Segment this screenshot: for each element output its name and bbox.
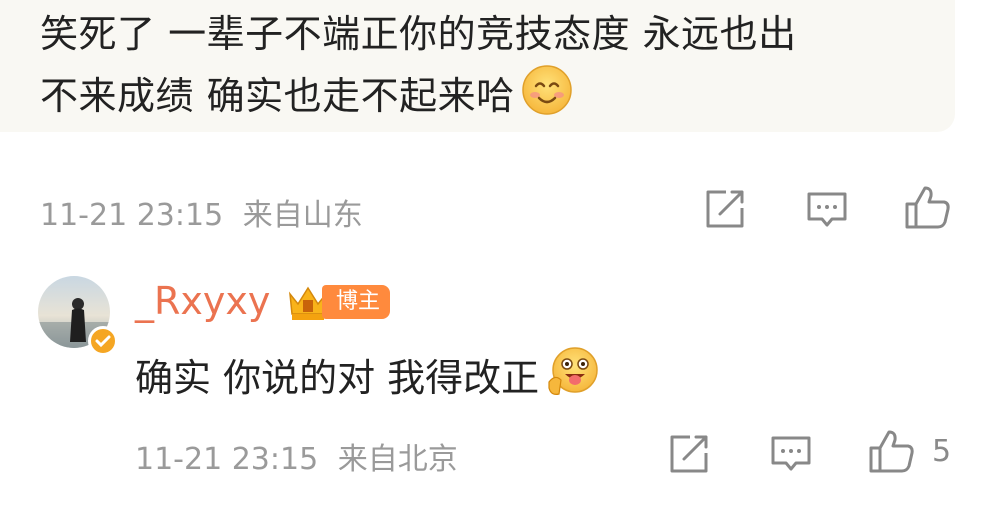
thumbs-up-icon bbox=[905, 186, 950, 229]
quoted-comment-meta: 11-21 23:15 来自山东 bbox=[40, 190, 363, 234]
quoted-comment-line1: 笑死了 一辈子不端正你的竞技态度 永远也出 bbox=[40, 12, 797, 56]
quoted-comment-bubble: 笑死了 一辈子不端正你的竞技态度 永远也出 不来成绩 确实也走不起来哈 bbox=[0, 0, 955, 132]
like-count: 5 bbox=[932, 434, 952, 469]
quoted-comment-timestamp: 11-21 23:15 bbox=[40, 198, 224, 233]
comment-icon bbox=[807, 192, 847, 227]
reply-comment-button[interactable] bbox=[770, 434, 812, 474]
reply-like-button[interactable] bbox=[868, 428, 916, 474]
reply-timestamp: 11-21 23:15 bbox=[135, 442, 319, 477]
reply-share-button[interactable] bbox=[668, 433, 710, 475]
like-button[interactable] bbox=[904, 184, 952, 230]
smile-emoji-icon bbox=[521, 64, 573, 133]
quoted-comment-location: 来自山东 bbox=[242, 198, 363, 233]
thumbs-up-icon bbox=[869, 430, 914, 473]
quoted-comment-text: 笑死了 一辈子不端正你的竞技态度 永远也出 不来成绩 确实也走不起来哈 bbox=[40, 4, 940, 133]
username[interactable]: _Rxyxy bbox=[135, 279, 270, 323]
reply-location: 来自北京 bbox=[337, 442, 458, 477]
wink-tongue-emoji-icon bbox=[545, 344, 601, 417]
reply-text-content: 确实 你说的对 我得改正 bbox=[135, 356, 540, 400]
share-button[interactable] bbox=[704, 188, 746, 230]
reply-text: 确实 你说的对 我得改正 bbox=[135, 344, 601, 417]
owner-badge: 博主 bbox=[322, 285, 391, 319]
comment-button[interactable] bbox=[806, 190, 848, 230]
share-icon bbox=[706, 190, 744, 228]
comment-icon bbox=[771, 436, 811, 471]
reply-meta: 11-21 23:15 来自北京 bbox=[135, 434, 458, 478]
verified-badge-icon bbox=[88, 326, 118, 356]
quoted-comment-line2: 不来成绩 确实也走不起来哈 bbox=[40, 74, 515, 118]
share-icon bbox=[670, 435, 708, 473]
